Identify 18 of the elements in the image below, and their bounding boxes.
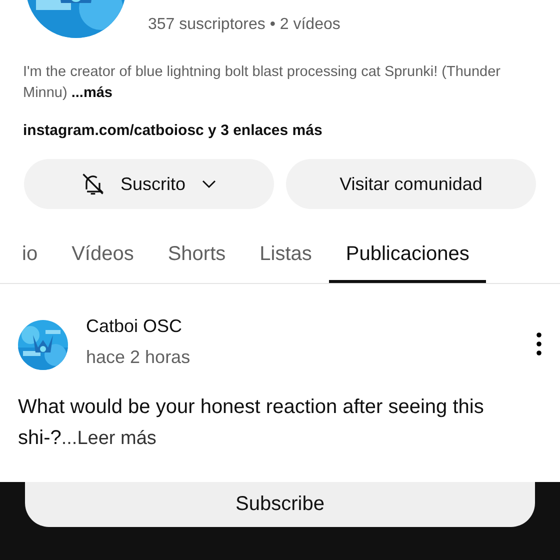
post-time: hace 2 horas (86, 347, 192, 368)
channel-links[interactable]: instagram.com/catboiosc y 3 enlaces más (23, 122, 537, 139)
community-button[interactable]: Visitar comunidad (286, 159, 536, 209)
post-text: What would be your honest reaction after seeing this shi-?...Leer más (18, 395, 485, 451)
channel-tab[interactable]: Vídeos (54, 231, 151, 283)
read-more-link[interactable]: ...Leer más (61, 428, 156, 449)
bell-off-icon (80, 171, 106, 197)
channel-description: I'm the creator of blue lightning bolt blast processing cat Sprunki! (Thunder Minnu) ...más (23, 63, 502, 103)
post-author[interactable]: Catboi OSC (86, 316, 518, 337)
subscriber-count: 357 suscriptores • 2 vídeos (148, 16, 340, 34)
more-link[interactable]: ...más (71, 85, 112, 101)
channel-tab[interactable]: Listas (242, 231, 329, 283)
channel-tab[interactable]: io (0, 231, 55, 283)
channel-tab[interactable]: Publicaciones (328, 231, 486, 283)
subscribe-button[interactable]: Subscribe (25, 482, 535, 527)
more-options-icon[interactable] (536, 332, 542, 356)
channel-tab[interactable]: Shorts (150, 231, 243, 283)
subscribed-button[interactable]: Suscrito (24, 159, 274, 209)
